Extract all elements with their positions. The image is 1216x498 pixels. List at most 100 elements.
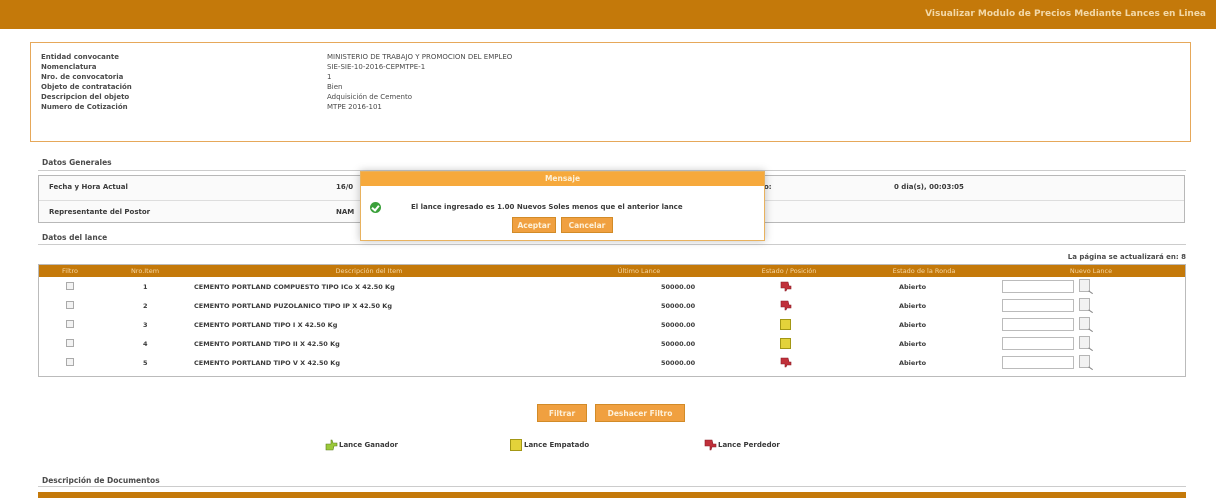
lance-perdedor-icon [780, 357, 792, 368]
documentos-title: Descripción de Documentos [42, 476, 160, 485]
lance-perdedor-icon [780, 281, 792, 292]
table-row: 1 CEMENTO PORTLAND COMPUESTO TIPO ICo X … [39, 278, 1185, 296]
item-number: 2 [143, 302, 148, 310]
item-last-bid: 50000.00 [661, 359, 696, 367]
lance-table: Filtro Nro.Item Descripción del Item Últ… [38, 264, 1186, 377]
documentos-table-header [38, 492, 1186, 498]
info-row: Nomenclatura SIE-SIE-10-2016-CEPMTPE-1 [41, 63, 1181, 73]
fecha-value: 16/0 [336, 183, 354, 191]
success-check-icon [370, 202, 381, 213]
table-header: Filtro Nro.Item Descripción del Item Últ… [39, 265, 1185, 277]
col-header-descripcion: Descripción del Item [335, 267, 403, 275]
aceptar-button[interactable]: Aceptar [512, 217, 556, 233]
lance-perdedor-icon [780, 300, 792, 311]
representante-label: Representante del Postor [49, 208, 151, 216]
procurement-info-panel: Entidad convocante MINISTERIO DE TRABAJO… [30, 42, 1191, 142]
info-label: Entidad convocante [41, 53, 119, 61]
cancelar-button[interactable]: Cancelar [561, 217, 613, 233]
calculator-icon[interactable] [1079, 298, 1090, 311]
legend-empatado: Lance Empatado [510, 439, 630, 451]
item-ronda-state: Abierto [899, 340, 927, 348]
page-title: Visualizar Modulo de Precios Mediante La… [925, 9, 1206, 19]
col-header-nuevo-lance: Nuevo Lance [1069, 267, 1113, 275]
info-value: 1 [327, 73, 332, 81]
dialog-title: Mensaje [361, 172, 764, 186]
item-last-bid: 50000.00 [661, 302, 696, 310]
calculator-icon[interactable] [1079, 355, 1090, 368]
calculator-icon[interactable] [1079, 317, 1090, 330]
item-ronda-state: Abierto [899, 283, 927, 291]
calculator-icon[interactable] [1079, 336, 1090, 349]
info-label: Nomenclatura [41, 63, 97, 71]
info-value: MTPE 2016-101 [327, 103, 382, 111]
item-ronda-state: Abierto [899, 359, 927, 367]
item-description: CEMENTO PORTLAND TIPO II X 42.50 Kg [194, 340, 340, 348]
item-description: CEMENTO PORTLAND COMPUESTO TIPO ICo X 42… [194, 283, 395, 291]
info-value: MINISTERIO DE TRABAJO Y PROMOCION DEL EM… [327, 53, 513, 61]
col-header-item: Nro.Item [130, 267, 160, 275]
item-last-bid: 50000.00 [661, 283, 696, 291]
item-description: CEMENTO PORTLAND PUZOLANICO TIPO IP X 42… [194, 302, 392, 310]
legend-perdedor: Lance Perdedor [704, 439, 824, 451]
filter-checkbox[interactable] [66, 282, 74, 290]
lance-empatado-icon [780, 338, 791, 349]
info-label: Descripcion del objeto [41, 93, 130, 101]
top-bar: Visualizar Modulo de Precios Mediante La… [0, 0, 1216, 29]
datos-lance-title: Datos del lance [42, 233, 108, 242]
item-ronda-state: Abierto [899, 302, 927, 310]
col-header-filtro: Filtro [62, 267, 78, 275]
new-bid-input[interactable] [1002, 280, 1074, 293]
info-label: Numero de Cotización [41, 103, 128, 111]
legend-perdedor-label: Lance Perdedor [718, 441, 780, 449]
filter-checkbox[interactable] [66, 358, 74, 366]
info-label: Nro. de convocatoria [41, 73, 124, 81]
new-bid-input[interactable] [1002, 318, 1074, 331]
lance-empatado-icon [780, 319, 791, 330]
legend-ganador: Lance Ganador [325, 439, 445, 451]
tiempo-label: o: [764, 183, 772, 191]
info-row: Objeto de contratación Bien [41, 83, 1181, 93]
table-row: 3 CEMENTO PORTLAND TIPO I X 42.50 Kg 500… [39, 316, 1185, 334]
info-value: SIE-SIE-10-2016-CEPMTPE-1 [327, 63, 426, 71]
legend-ganador-label: Lance Ganador [339, 441, 398, 449]
info-row: Descripcion del objeto Adquisición de Ce… [41, 93, 1181, 103]
item-last-bid: 50000.00 [661, 321, 696, 329]
new-bid-input[interactable] [1002, 356, 1074, 369]
new-bid-input[interactable] [1002, 337, 1074, 350]
deshacer-filtro-button[interactable]: Deshacer Filtro [595, 404, 685, 422]
info-row: Entidad convocante MINISTERIO DE TRABAJO… [41, 53, 1181, 63]
divider [38, 244, 1186, 245]
filter-checkbox[interactable] [66, 320, 74, 328]
legend-empatado-label: Lance Empatado [524, 441, 590, 449]
item-description: CEMENTO PORTLAND TIPO I X 42.50 Kg [194, 321, 338, 329]
item-ronda-state: Abierto [899, 321, 927, 329]
info-value: Bien [327, 83, 343, 91]
table-row: 4 CEMENTO PORTLAND TIPO II X 42.50 Kg 50… [39, 335, 1185, 353]
refresh-countdown: La página se actualizará en: 8 [1067, 253, 1186, 261]
col-header-estado: Estado / Posición [761, 267, 817, 275]
item-last-bid: 50000.00 [661, 340, 696, 348]
fecha-label: Fecha y Hora Actual [49, 183, 128, 191]
item-number: 5 [143, 359, 148, 367]
lance-ganador-icon [325, 439, 338, 451]
filtrar-button[interactable]: Filtrar [537, 404, 587, 422]
item-number: 1 [143, 283, 148, 291]
info-label: Objeto de contratación [41, 83, 132, 91]
dialog-message: El lance ingresado es 1.00 Nuevos Soles … [411, 203, 683, 211]
item-number: 3 [143, 321, 148, 329]
info-value: Adquisición de Cemento [327, 93, 413, 101]
message-dialog: Mensaje El lance ingresado es 1.00 Nuevo… [360, 171, 765, 241]
divider [38, 486, 1186, 487]
representante-value: NAM [336, 208, 355, 216]
new-bid-input[interactable] [1002, 299, 1074, 312]
filter-checkbox[interactable] [66, 301, 74, 309]
col-header-ronda: Estado de la Ronda [892, 267, 956, 275]
table-row: 2 CEMENTO PORTLAND PUZOLANICO TIPO IP X … [39, 297, 1185, 315]
tiempo-value: 0 dia(s), 00:03:05 [894, 183, 964, 191]
col-header-ultimo-lance: Último Lance [617, 267, 661, 275]
filter-checkbox[interactable] [66, 339, 74, 347]
info-row: Numero de Cotización MTPE 2016-101 [41, 103, 1181, 113]
info-row: Nro. de convocatoria 1 [41, 73, 1181, 83]
calculator-icon[interactable] [1079, 279, 1090, 292]
datos-generales-title: Datos Generales [42, 158, 112, 167]
